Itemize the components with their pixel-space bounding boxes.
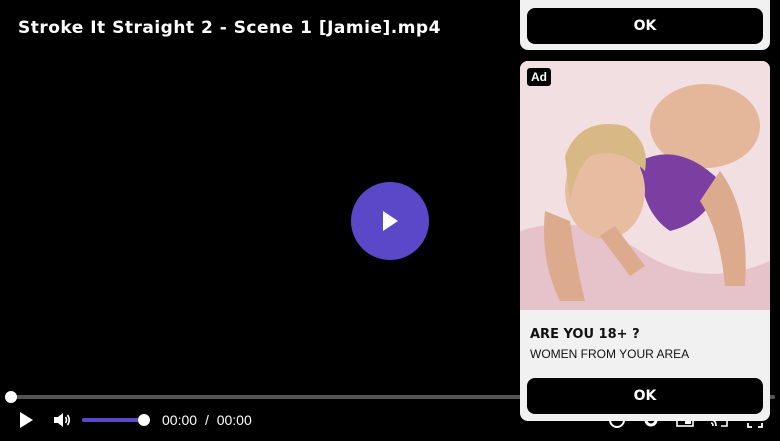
time-separator: /	[204, 412, 209, 428]
ad-image[interactable]: Ad	[520, 61, 770, 310]
time-display: 00:00 / 00:00	[162, 412, 256, 428]
current-time: 00:00	[162, 412, 198, 428]
play-icon	[20, 412, 33, 428]
ad-subtext: WOMEN FROM YOUR AREA	[530, 347, 690, 361]
video-title: Stroke It Straight 2 - Scene 1 [Jamie].m…	[18, 18, 441, 38]
volume-handle[interactable]	[138, 414, 150, 426]
volume-fill	[82, 418, 144, 422]
ad-banner-top: OK	[520, 0, 770, 50]
big-play-button[interactable]	[351, 182, 429, 260]
ad-badge: Ad	[527, 68, 551, 86]
ad-ok-button[interactable]: OK	[527, 378, 763, 414]
volume-icon	[54, 413, 71, 427]
play-icon	[383, 211, 398, 231]
ad-photo	[520, 61, 770, 310]
ad-top-ok-button[interactable]: OK	[527, 8, 763, 44]
ad-card[interactable]: Ad ARE YOU 18+ ? WOMEN FROM YOUR AREA OK	[520, 61, 770, 421]
ad-headline: ARE YOU 18+ ?	[530, 327, 640, 342]
duration: 00:00	[216, 412, 252, 428]
volume-button[interactable]	[50, 408, 74, 432]
play-button[interactable]	[14, 408, 38, 432]
progress-handle[interactable]	[5, 391, 17, 403]
volume-slider[interactable]	[82, 414, 150, 426]
